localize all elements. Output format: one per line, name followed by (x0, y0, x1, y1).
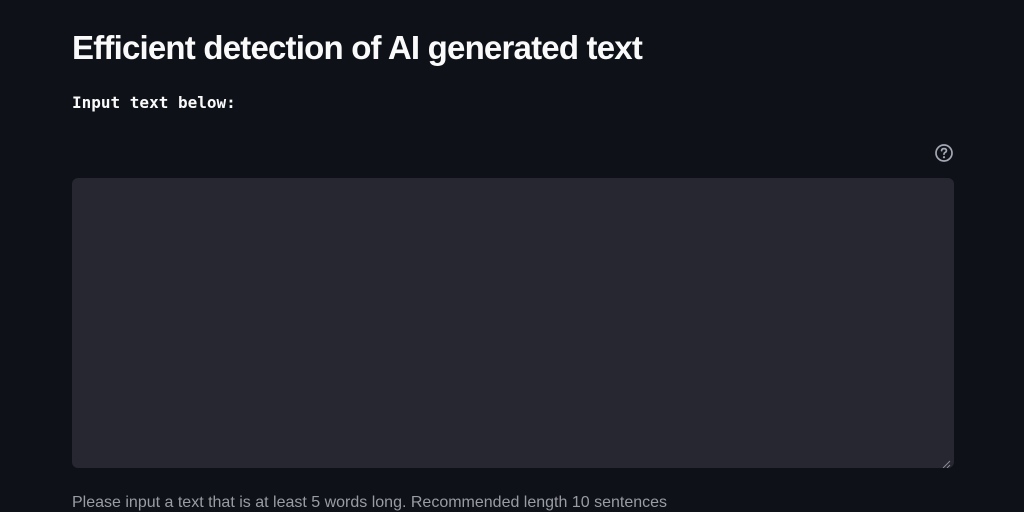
page-title: Efficient detection of AI generated text (72, 29, 643, 66)
text-area-container (72, 178, 954, 468)
text-input-area[interactable] (72, 178, 954, 468)
question-circle-icon[interactable] (934, 143, 954, 163)
input-caption: Please input a text that is at least 5 w… (72, 494, 668, 511)
resize-handle-icon[interactable] (942, 456, 951, 468)
app-page: Efficient detection of AI generated text… (0, 0, 1024, 512)
input-label: Input text below: (72, 93, 236, 112)
